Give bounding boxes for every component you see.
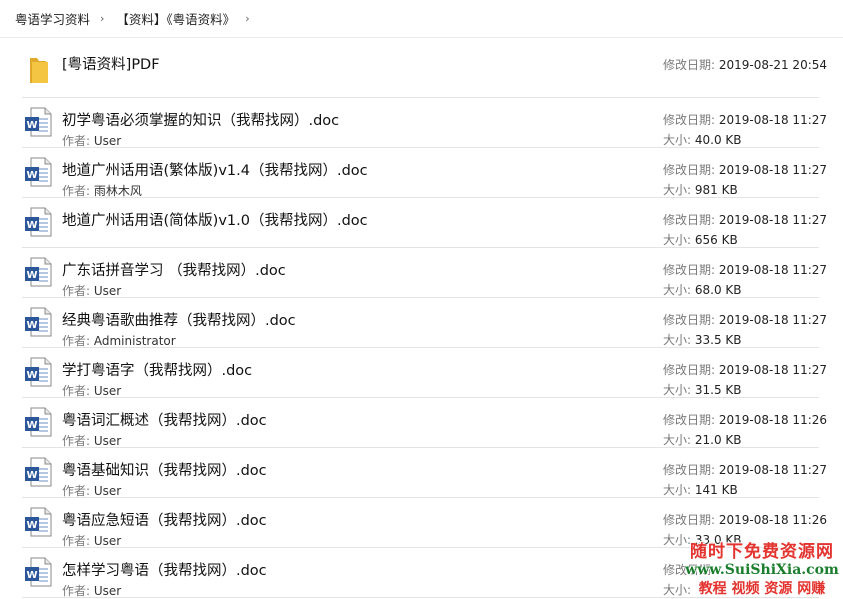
file-name[interactable]: 地道广州话用语(繁体版)v1.4（我帮找网）.doc (62, 159, 368, 180)
file-size: 大小: 33.5 KB (663, 333, 742, 347)
word-doc-icon: W (25, 507, 52, 537)
modified-date: 修改日期: 2019-08-18 11:26 (663, 513, 828, 527)
folder-row[interactable]: [粤语资料]PDF 修改日期: 2019-08-21 20:54 (22, 38, 827, 98)
chevron-right-icon[interactable]: › (245, 12, 249, 25)
modified-date: 修改日期: 2019-08-18 11:27 (663, 463, 828, 477)
file-row[interactable]: W 地道广州话用语(繁体版)v1.4（我帮找网）.doc 作者: 雨林木风 修改日期:… (22, 148, 827, 198)
svg-text:W: W (26, 220, 37, 231)
file-row[interactable]: W 经典粤语歌曲推荐（我帮找网）.doc 作者: Administrator 修改日期… (22, 298, 827, 348)
file-size: 大小: 31.5 KB (663, 383, 742, 397)
file-name[interactable]: 广东话拼音学习 （我帮找网）.doc (62, 259, 286, 280)
file-name[interactable]: 粤语应急短语（我帮找网）.doc (62, 509, 267, 530)
file-row[interactable]: W 粤语基础知识（我帮找网）.doc 作者: User 修改日期: 2019-08-1… (22, 448, 827, 498)
file-size: 大小: 656 KB (663, 233, 738, 247)
svg-text:W: W (26, 570, 37, 581)
modified-date: 修改日期: 2019-08-21 20:54 (663, 58, 828, 72)
svg-text:W: W (26, 370, 37, 381)
watermark: 随时下免费资源网 www.SuiShiXia.com 教程 视频 资源 网赚 (683, 537, 841, 597)
svg-text:W: W (26, 470, 37, 481)
file-size: 大小: 981 KB (663, 183, 738, 197)
word-doc-icon: W (25, 157, 52, 187)
svg-text:W: W (26, 270, 37, 281)
breadcrumb-item-current[interactable]: 【资料】《粤语资料》 (116, 9, 235, 28)
file-name[interactable]: 学打粤语字（我帮找网）.doc (62, 359, 252, 380)
file-name[interactable]: 怎样学习粤语（我帮找网）.doc (62, 559, 267, 580)
modified-date: 修改日期: 2019-08-18 11:27 (663, 163, 828, 177)
modified-date: 修改日期: 2019-08-18 11:27 (663, 113, 828, 127)
word-doc-icon: W (25, 307, 52, 337)
file-author: 作者: Administrator (62, 334, 176, 348)
watermark-url: www.SuiShiXia.com (685, 562, 839, 578)
modified-date: 修改日期: 2019-08-18 11:27 (663, 213, 828, 227)
file-size: 大小: 68.0 KB (663, 283, 742, 297)
file-size: 大小: 141 KB (663, 483, 738, 497)
modified-date: 修改日期: 2019-08-18 11:27 (663, 363, 828, 377)
word-doc-icon: W (25, 357, 52, 387)
svg-text:W: W (26, 420, 37, 431)
svg-text:W: W (26, 120, 37, 131)
file-author: 作者: 雨林木风 (62, 184, 142, 198)
file-name[interactable]: 粤语词汇概述（我帮找网）.doc (62, 409, 267, 430)
file-list: [粤语资料]PDF 修改日期: 2019-08-21 20:54 W 初学粤语必须… (0, 38, 843, 598)
file-row[interactable]: W 初学粤语必须掌握的知识（我帮找网）.doc 作者: User 修改日期: 2019… (22, 98, 827, 148)
word-doc-icon: W (25, 457, 52, 487)
word-doc-icon: W (25, 107, 52, 137)
file-author: 作者: User (62, 534, 122, 548)
file-row[interactable]: W 地道广州话用语(简体版)v1.0（我帮找网）.doc 修改日期: 2019-08… (22, 198, 827, 248)
svg-text:W: W (26, 520, 37, 531)
file-name[interactable]: 经典粤语歌曲推荐（我帮找网）.doc (62, 309, 296, 330)
file-author: 作者: User (62, 284, 122, 298)
chevron-right-icon: › (100, 12, 105, 25)
modified-date: 修改日期: 2019-08-18 11:27 (663, 313, 828, 327)
breadcrumb: 粤语学习资料 › 【资料】《粤语资料》 › (0, 0, 843, 38)
folder-name[interactable]: [粤语资料]PDF (62, 53, 160, 74)
watermark-title: 随时下免费资源网 (690, 542, 834, 562)
svg-text:W: W (26, 170, 37, 181)
folder-icon (30, 58, 48, 83)
file-author: 作者: User (62, 484, 122, 498)
file-author: 作者: User (62, 134, 122, 148)
word-doc-icon: W (25, 257, 52, 287)
word-doc-icon: W (25, 207, 52, 237)
file-name[interactable]: 初学粤语必须掌握的知识（我帮找网）.doc (62, 109, 339, 130)
file-row[interactable]: W 广东话拼音学习 （我帮找网）.doc 作者: User 修改日期: 2019-08… (22, 248, 827, 298)
file-name[interactable]: 地道广州话用语(简体版)v1.0（我帮找网）.doc (62, 209, 368, 230)
word-doc-icon: W (25, 407, 52, 437)
file-author: 作者: User (62, 384, 122, 398)
file-author: 作者: User (62, 584, 122, 598)
word-doc-icon: W (25, 557, 52, 587)
file-row[interactable]: W 学打粤语字（我帮找网）.doc 作者: User 修改日期: 2019-08-18… (22, 348, 827, 398)
breadcrumb-item-root[interactable]: 粤语学习资料 (15, 9, 90, 28)
modified-date: 修改日期: 2019-08-18 11:26 (663, 413, 828, 427)
file-size: 大小: 40.0 KB (663, 133, 742, 147)
file-row[interactable]: W 粤语词汇概述（我帮找网）.doc 作者: User 修改日期: 2019-08-1… (22, 398, 827, 448)
svg-text:W: W (26, 320, 37, 331)
file-author: 作者: User (62, 434, 122, 448)
file-size: 大小: 21.0 KB (663, 433, 742, 447)
modified-date: 修改日期: 2019-08-18 11:27 (663, 263, 828, 277)
file-name[interactable]: 粤语基础知识（我帮找网）.doc (62, 459, 267, 480)
watermark-tagline: 教程 视频 资源 网赚 (698, 581, 826, 597)
